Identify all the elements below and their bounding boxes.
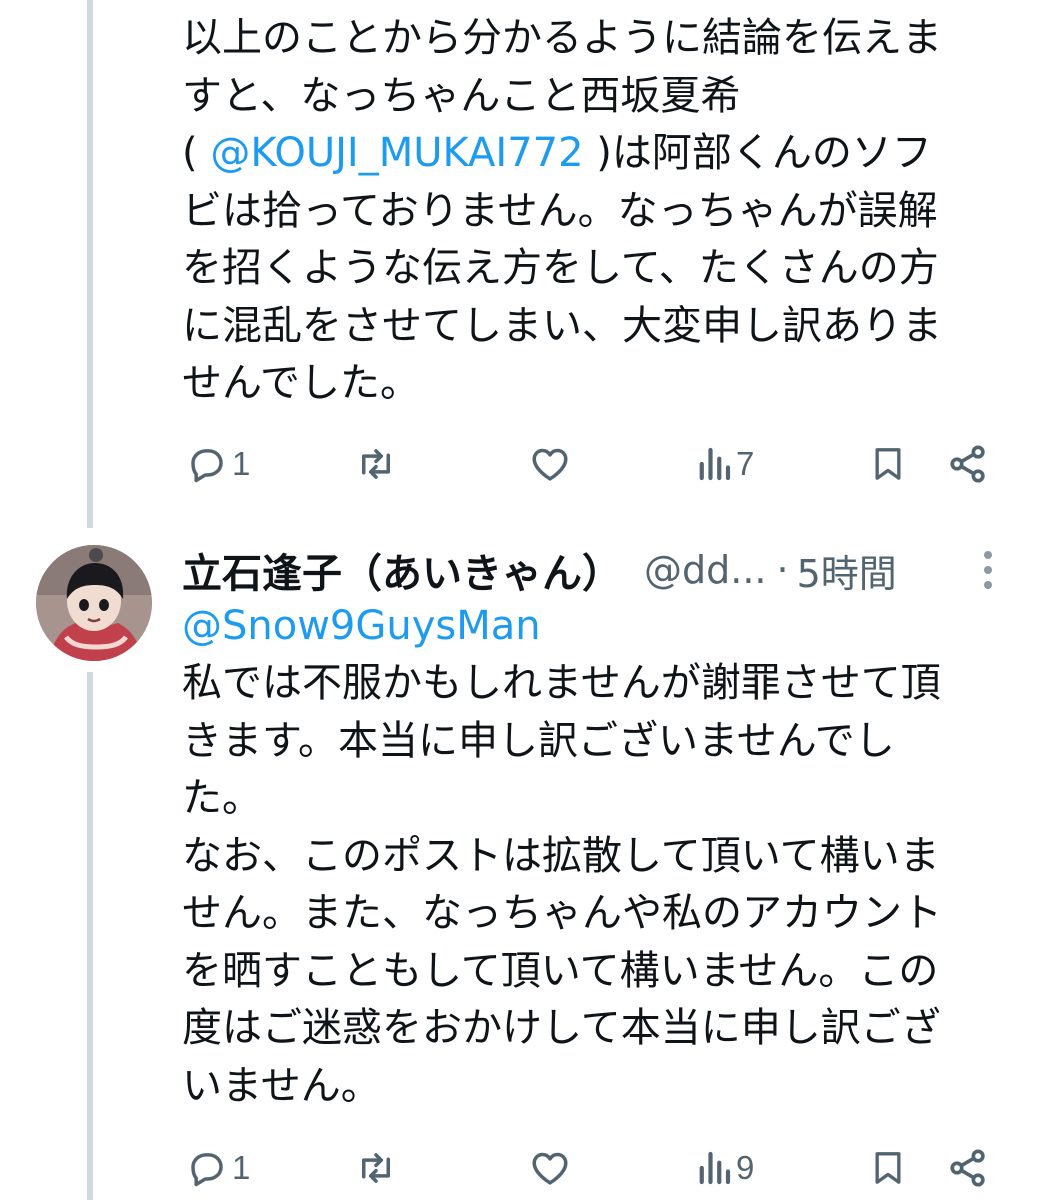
bar-chart-icon <box>699 447 731 481</box>
share-nodes-icon <box>950 445 985 483</box>
post-2-line-2: きます。本当に申し訳ございませんでし <box>182 717 895 764</box>
views-button[interactable]: 7 <box>696 434 754 494</box>
bar-chart-icon <box>699 1151 731 1185</box>
share-button[interactable] <box>946 1138 990 1198</box>
avatar[interactable] <box>36 545 152 661</box>
post-1-line-7: せんでした。 <box>182 360 420 406</box>
view-count: 7 <box>736 445 755 482</box>
reply-count: 1 <box>232 445 251 482</box>
reply-button[interactable]: 1 <box>186 1138 250 1198</box>
more-options-button[interactable] <box>968 545 1008 595</box>
post-2-line-5: せん。また、なっちゃんや私のアカウント <box>182 890 942 936</box>
post-2-line-1: 私では不服かもしれませんが謝罪させて頂 <box>182 660 941 706</box>
avatar-image <box>36 545 152 661</box>
like-button[interactable] <box>528 1138 576 1198</box>
view-count: 9 <box>736 1149 755 1186</box>
line-3-rest: )は阿部くんのソフ <box>583 130 932 176</box>
bookmark-button[interactable] <box>868 1138 908 1198</box>
heart-icon <box>532 448 568 481</box>
display-name[interactable]: 立石逢子（あいきゃん） <box>182 541 622 599</box>
thread-line-top <box>87 0 93 528</box>
post-2-line-8: いません。 <box>182 1062 381 1109</box>
post-1-line-6: に混乱をさせてしまい、大変申し訳ありま <box>182 302 942 349</box>
reply-button[interactable]: 1 <box>186 434 250 494</box>
post-2-line-4: なお、このポストは拡散して頂いて構いま <box>182 832 940 879</box>
speech-bubble-icon <box>191 1153 223 1187</box>
repost-button[interactable] <box>354 1138 402 1198</box>
thread-line-bottom <box>87 672 93 1200</box>
bookmark-icon <box>875 1152 901 1184</box>
post-2-header: 立石逢子（あいきゃん） @dd... · 5時間 <box>182 538 1022 602</box>
user-handle[interactable]: @dd... <box>644 548 766 592</box>
post-2-line-7: 度はご迷惑をおかけして本当に申し訳ござ <box>182 1005 941 1051</box>
post-2-actions: 1 9 <box>182 1138 1012 1198</box>
like-button[interactable] <box>528 434 576 494</box>
speech-bubble-icon <box>191 449 223 483</box>
reply-to-mention[interactable]: @Snow9GuysMan <box>182 598 541 655</box>
repost-arrows-icon <box>362 449 390 479</box>
post-1-line-5: を招くような伝え方をして、たくさんの方 <box>182 245 939 291</box>
share-nodes-icon <box>950 1149 985 1187</box>
post-2-text: 私では不服かもしれませんが謝罪させて頂 きます。本当に申し訳ございませんでし た。な… <box>182 655 1022 1115</box>
vertical-dots-icon <box>984 551 992 589</box>
post-2-line-3: た。 <box>182 775 262 821</box>
mention-link[interactable]: @KOUJI_MUKAI772 <box>210 130 583 176</box>
bookmark-button[interactable] <box>868 434 908 494</box>
post-1-line-4: ビは拾っておりません。なっちゃんが誤解 <box>182 187 938 234</box>
bookmark-icon <box>875 448 901 480</box>
post-1-line-3: ( @KOUJI_MUKAI772 )は阿部くんのソフ <box>182 125 1022 183</box>
repost-arrows-icon <box>362 1153 390 1183</box>
open-paren: ( <box>182 130 211 176</box>
post-2-line-6: を晒すこともして頂いて構いません。この <box>182 947 939 994</box>
share-button[interactable] <box>946 434 990 494</box>
post-1-line-2: すと、なっちゃんこと西坂夏希 <box>182 72 741 119</box>
post-1-text: 以上のことから分かるように結論を伝えま すと、なっちゃんこと西坂夏希 ( @KOUJ… <box>182 10 1022 413</box>
reply-count: 1 <box>232 1149 251 1186</box>
post-1-actions: 1 7 <box>182 434 1012 494</box>
views-button[interactable]: 9 <box>696 1138 754 1198</box>
repost-button[interactable] <box>354 434 402 494</box>
separator-dot: · <box>776 548 789 592</box>
heart-icon <box>532 1152 568 1185</box>
post-1-line-1: 以上のことから分かるように結論を伝えま <box>182 15 942 61</box>
post-timestamp[interactable]: 5時間 <box>797 543 897 598</box>
